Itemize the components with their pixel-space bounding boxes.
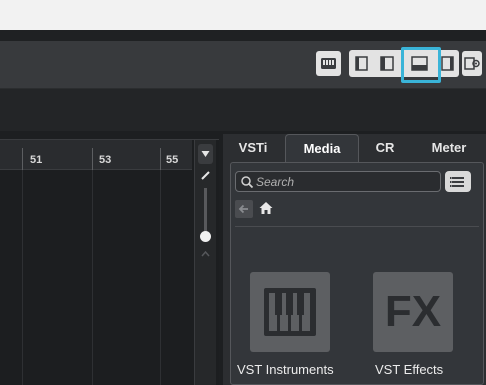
vst-effects-tile[interactable]: FX — [373, 272, 453, 352]
left-zone-alt-icon — [380, 56, 394, 71]
ruler-label: 55 — [166, 154, 179, 166]
toggle-left-zone-button[interactable] — [349, 50, 374, 77]
tab-media[interactable]: Media — [285, 134, 359, 162]
grid-line — [22, 170, 23, 385]
media-panel: VST Instruments FX VST Effects — [230, 162, 484, 385]
vst-instruments-tile[interactable] — [250, 272, 330, 352]
media-search-box[interactable] — [235, 171, 441, 192]
zoom-presets-button[interactable] — [198, 144, 213, 164]
right-zone: VSTi Media CR Meter Search VST Instrumen… — [223, 134, 486, 385]
vertical-zoom-strip — [194, 140, 216, 385]
pencil-icon[interactable] — [198, 168, 213, 182]
vst-instruments-label[interactable]: VST Instruments — [237, 362, 334, 377]
home-icon[interactable] — [258, 200, 274, 216]
midi-keyboard-icon — [321, 58, 336, 69]
view-options-button[interactable] — [445, 171, 471, 192]
cubase-window: 51 53 55 VSTi Media CR Meter Search VST … — [0, 0, 486, 385]
left-zone-icon — [355, 56, 368, 71]
arrow-left-icon — [238, 204, 248, 214]
list-icon — [450, 177, 464, 187]
search-icon — [241, 176, 254, 189]
project-event-display[interactable]: 51 53 55 — [0, 139, 219, 385]
grid-line — [160, 170, 161, 385]
fx-icon: FX — [384, 287, 442, 336]
triangle-down-icon — [201, 151, 210, 157]
top-strip — [0, 30, 486, 41]
vst-effects-label[interactable]: VST Effects — [375, 362, 443, 377]
ruler-tick — [22, 148, 23, 170]
midi-keyboard-button[interactable] — [316, 51, 341, 76]
panel-divider — [235, 226, 479, 227]
grid-line — [92, 170, 93, 385]
search-input[interactable] — [256, 173, 436, 190]
ruler-tick — [92, 148, 93, 170]
chevron-up-icon[interactable] — [198, 248, 213, 260]
ruler-tick — [160, 148, 161, 170]
info-line — [0, 89, 486, 131]
tab-cr[interactable]: CR — [367, 134, 403, 162]
setup-window-layout-button[interactable] — [462, 51, 482, 76]
back-button[interactable] — [235, 200, 253, 218]
zoom-slider-handle[interactable] — [200, 231, 211, 242]
tab-meter[interactable]: Meter — [423, 134, 475, 162]
zoom-slider-track[interactable] — [204, 188, 207, 236]
ruler-label: 53 — [99, 154, 112, 166]
toggle-left-zone-alt-button[interactable] — [374, 50, 400, 77]
setup-window-layout-icon — [464, 57, 480, 70]
piano-keys-icon — [264, 288, 316, 336]
lower-zone-highlight — [401, 47, 441, 83]
timeline-ruler[interactable]: 51 53 55 — [0, 140, 192, 170]
tab-vsti[interactable]: VSTi — [231, 134, 275, 162]
ruler-label: 51 — [30, 154, 43, 166]
